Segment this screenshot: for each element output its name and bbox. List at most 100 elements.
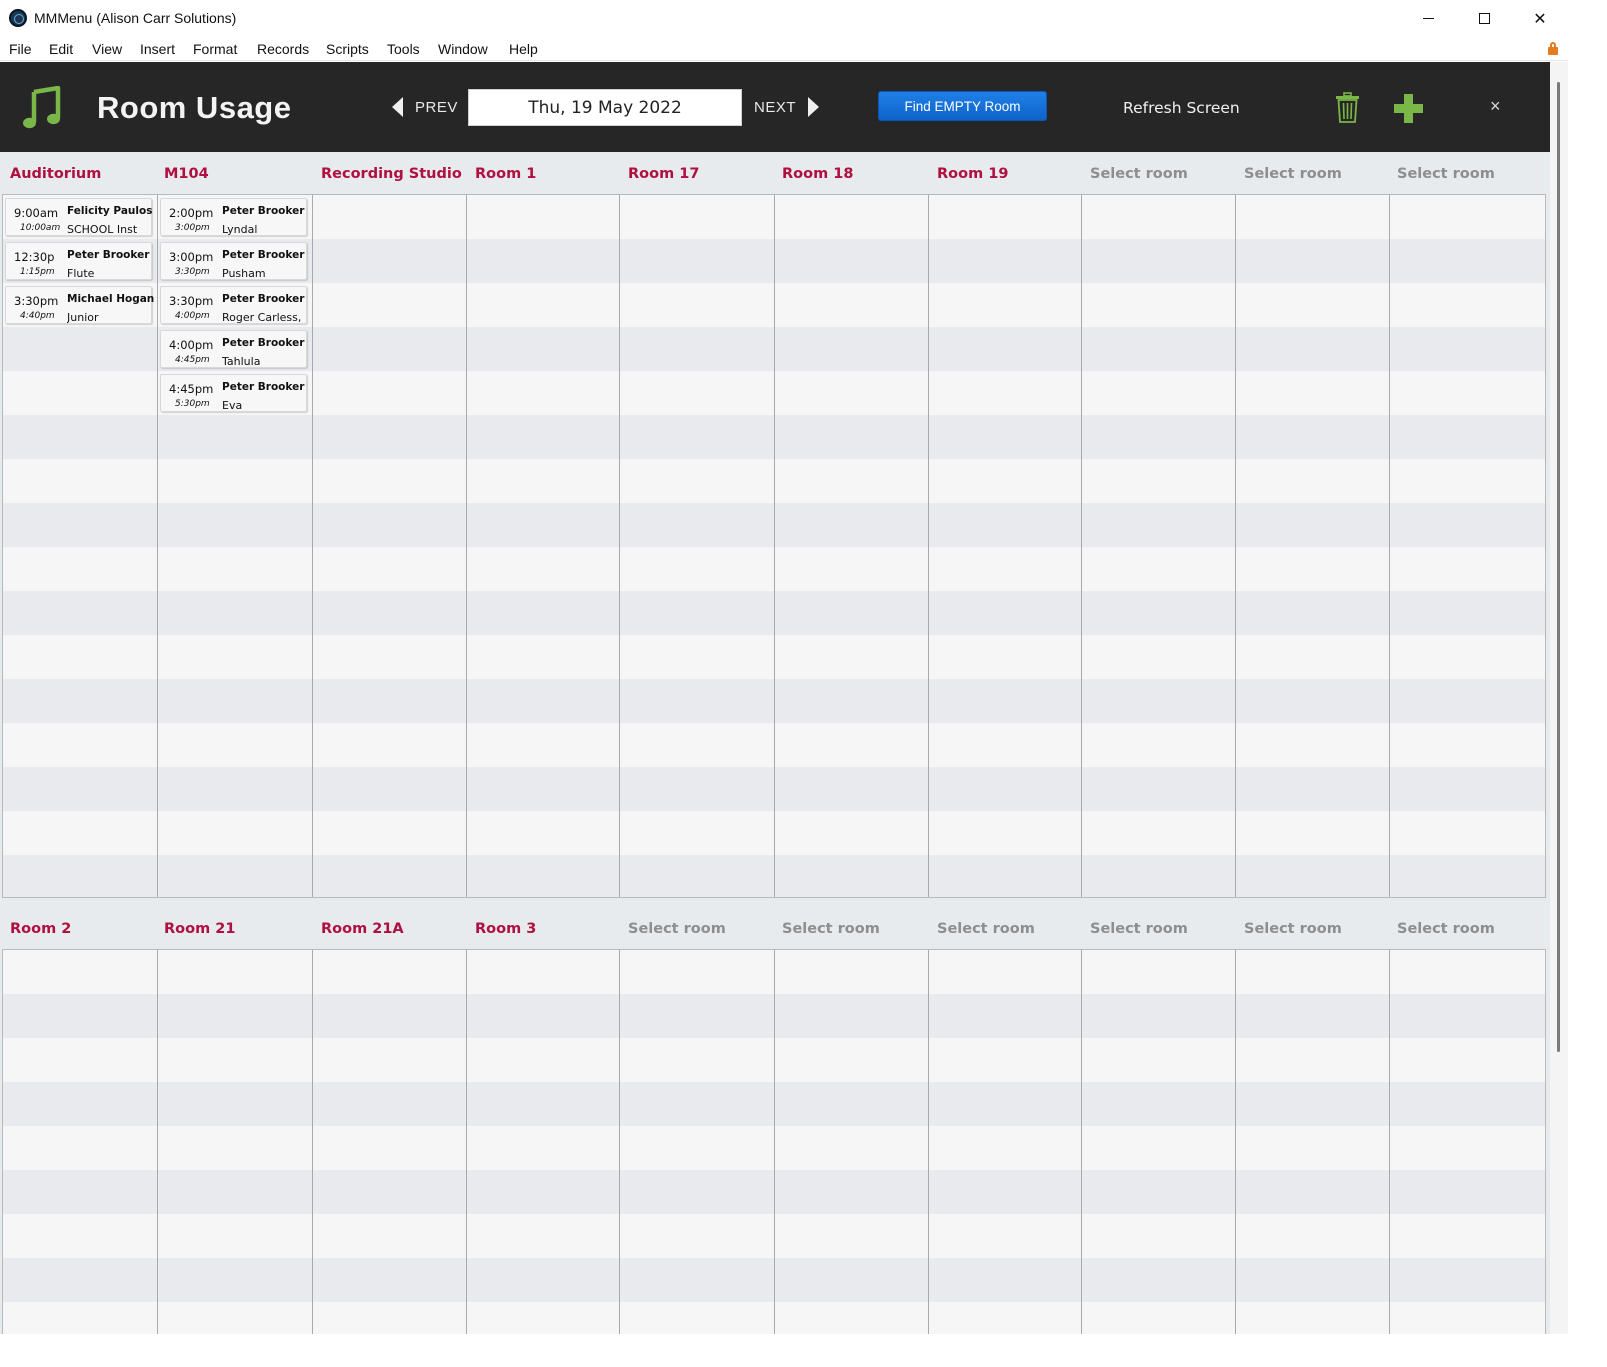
trash-icon[interactable]	[1335, 92, 1360, 123]
minimize-icon	[1422, 18, 1434, 19]
booking-student: Junior	[67, 311, 99, 324]
select-room-label: Select room	[1244, 166, 1342, 182]
room-header[interactable]: M104	[154, 152, 310, 194]
booking-teacher: Peter Brooker	[222, 337, 305, 349]
room-select[interactable]: Select room	[927, 907, 1081, 949]
room-header[interactable]: Room 3	[465, 907, 619, 949]
column-divider	[1235, 950, 1236, 1334]
booking-card[interactable]: 3:00pm 3:30pm Peter Brooker Pusham	[160, 242, 307, 280]
booking-teacher: Peter Brooker	[67, 249, 150, 261]
room-header[interactable]: Room 1	[465, 152, 619, 194]
menu-tools[interactable]: Tools	[387, 41, 420, 57]
column-divider	[928, 195, 929, 897]
room-select[interactable]: Select room	[1234, 152, 1388, 194]
room-select[interactable]: Select room	[1387, 152, 1541, 194]
room-select[interactable]: Select room	[1387, 907, 1541, 949]
booking-teacher: Peter Brooker	[222, 249, 305, 261]
booking-card[interactable]: 4:45pm 5:30pm Peter Brooker Eva	[160, 374, 307, 412]
page-title: Room Usage	[97, 90, 292, 125]
column-divider	[1081, 195, 1082, 897]
room-grid-2[interactable]	[2, 949, 1546, 1334]
date-field[interactable]: Thu, 19 May 2022	[468, 89, 742, 126]
menu-format[interactable]: Format	[193, 41, 237, 57]
room-name: Room 21A	[321, 921, 404, 937]
room-header[interactable]: Room 21	[154, 907, 310, 949]
refresh-screen-button[interactable]: Refresh Screen	[1123, 99, 1240, 117]
room-select[interactable]: Select room	[1080, 907, 1234, 949]
column-divider	[312, 950, 313, 1334]
booking-card[interactable]: 2:00pm 3:00pm Peter Brooker Lyndal	[160, 198, 307, 236]
room-select[interactable]: Select room	[1234, 907, 1388, 949]
menu-bar: File Edit View Insert Format Records Scr…	[0, 37, 1568, 61]
booking-end: 1:15pm	[20, 267, 55, 277]
column-divider	[466, 195, 467, 897]
column-divider	[619, 195, 620, 897]
menu-edit[interactable]: Edit	[49, 41, 73, 57]
booking-end: 4:40pm	[20, 311, 55, 321]
booking-student: Flute	[67, 267, 95, 280]
booking-end: 3:00pm	[175, 223, 210, 233]
room-select[interactable]: Select room	[618, 907, 772, 949]
column-divider	[619, 950, 620, 1334]
booking-start: 2:00pm	[169, 206, 214, 220]
next-label: NEXT	[754, 98, 797, 116]
menu-records[interactable]: Records	[257, 41, 309, 57]
room-name: Room 2	[10, 921, 72, 937]
arrow-left-icon	[392, 97, 403, 117]
room-header[interactable]: Room 18	[772, 152, 926, 194]
menu-insert[interactable]: Insert	[140, 41, 175, 57]
lock-icon[interactable]	[1548, 42, 1558, 56]
booking-card[interactable]: 3:30pm 4:40pm Michael Hogan Junior	[5, 286, 154, 324]
room-header[interactable]: Room 19	[927, 152, 1081, 194]
booking-end: 4:45pm	[175, 355, 210, 365]
room-section-2: Room 2 Room 21 Room 21A Room 3 Select ro…	[0, 907, 1550, 1334]
room-name: Room 3	[475, 921, 537, 937]
menu-view[interactable]: View	[92, 41, 122, 57]
booking-card[interactable]: 12:30p 1:15pm Peter Brooker Flute	[5, 242, 152, 280]
select-room-label: Select room	[1397, 921, 1495, 937]
room-header[interactable]: Room 2	[0, 907, 154, 949]
prev-label: PREV	[415, 98, 458, 116]
room-name: Auditorium	[10, 166, 102, 182]
room-name: M104	[164, 166, 209, 182]
booking-end: 4:00pm	[175, 311, 210, 321]
room-grid-1[interactable]: 9:00am 10:00am Felicity Paulos SCHOOL In…	[2, 194, 1546, 898]
app-logo-icon	[9, 9, 27, 27]
plus-icon[interactable]	[1394, 94, 1423, 123]
menu-window[interactable]: Window	[438, 41, 488, 57]
vertical-scrollbar[interactable]	[1550, 62, 1568, 1334]
menu-scripts[interactable]: Scripts	[326, 41, 369, 57]
arrow-right-icon	[808, 97, 820, 117]
close-layout-button[interactable]: ×	[1490, 96, 1508, 116]
booking-card[interactable]: 3:30pm 4:00pm Peter Brooker Roger Carles…	[160, 286, 307, 324]
room-select[interactable]: Select room	[1080, 152, 1234, 194]
booking-student: Roger Carless,	[222, 311, 302, 324]
room-header[interactable]: Room 21A	[311, 907, 465, 949]
room-name: Room 1	[475, 166, 537, 182]
select-room-label: Select room	[937, 921, 1035, 937]
room-header[interactable]: Recording Studio	[311, 152, 465, 194]
room-section-1: Auditorium M104 Recording Studio Room 1 …	[0, 152, 1550, 900]
booking-start: 3:30pm	[169, 294, 214, 308]
column-divider	[928, 950, 929, 1334]
scrollbar-thumb[interactable]	[1557, 82, 1560, 1052]
maximize-button[interactable]	[1456, 0, 1512, 37]
booking-teacher: Peter Brooker	[222, 381, 305, 393]
room-select[interactable]: Select room	[772, 907, 926, 949]
maximize-icon	[1478, 13, 1490, 24]
select-room-label: Select room	[1090, 921, 1188, 937]
next-day-button[interactable]: NEXT	[754, 92, 820, 122]
prev-day-button[interactable]: PREV	[392, 92, 458, 122]
room-header[interactable]: Auditorium	[0, 152, 154, 194]
booking-card[interactable]: 9:00am 10:00am Felicity Paulos SCHOOL In…	[5, 198, 152, 236]
menu-file[interactable]: File	[9, 41, 32, 57]
window-close-button[interactable]: ✕	[1512, 0, 1568, 37]
room-header[interactable]: Room 17	[618, 152, 772, 194]
booking-student: Tahlula	[222, 355, 261, 368]
minimize-button[interactable]	[1400, 0, 1456, 37]
column-divider	[1081, 950, 1082, 1334]
find-empty-room-button[interactable]: Find EMPTY Room	[878, 91, 1047, 121]
menu-help[interactable]: Help	[509, 41, 538, 57]
select-room-label: Select room	[782, 921, 880, 937]
booking-card[interactable]: 4:00pm 4:45pm Peter Brooker Tahlula	[160, 330, 307, 368]
